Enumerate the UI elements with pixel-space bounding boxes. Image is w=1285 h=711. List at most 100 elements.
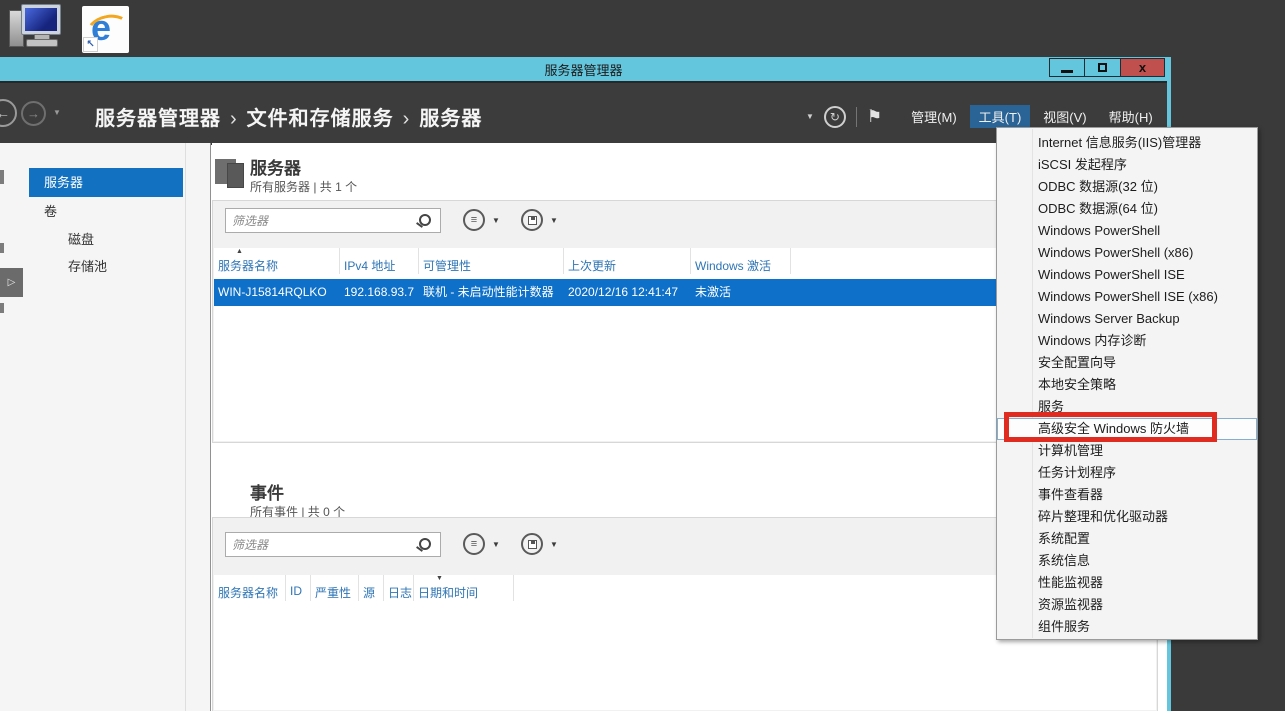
- window-title: 服务器管理器: [0, 60, 1167, 79]
- refresh-button[interactable]: ↻: [824, 106, 846, 128]
- sidebar-item-servers[interactable]: 服务器: [29, 168, 183, 197]
- minimize-button[interactable]: [1049, 58, 1085, 77]
- menu-item-powershell-ise[interactable]: Windows PowerShell ISE: [997, 264, 1257, 286]
- cell-ipv4: 192.168.93.7: [340, 279, 419, 306]
- expand-arrow-icon: ▷: [8, 277, 16, 288]
- maximize-icon: [1098, 63, 1107, 72]
- forward-icon: →: [27, 106, 40, 121]
- back-button[interactable]: ←: [0, 99, 17, 127]
- menu-view[interactable]: 视图(V): [1034, 105, 1095, 128]
- menu-tools[interactable]: 工具(T): [970, 105, 1031, 128]
- breadcrumb-server-manager[interactable]: 服务器管理器: [95, 108, 221, 130]
- close-button[interactable]: x: [1121, 58, 1165, 77]
- menu-item-computer-management[interactable]: 计算机管理: [997, 440, 1257, 462]
- cell-manageability: 联机 - 未启动性能计数器: [419, 279, 564, 306]
- tools-menu: Internet 信息服务(IIS)管理器 iSCSI 发起程序 ODBC 数据…: [996, 127, 1258, 640]
- events-list-options-button[interactable]: ≡ ▼: [463, 533, 500, 555]
- flag-icon[interactable]: ⚑: [867, 107, 882, 127]
- menu-item-resource-monitor[interactable]: 资源监视器: [997, 594, 1257, 616]
- menu-item-system-information[interactable]: 系统信息: [997, 550, 1257, 572]
- cell-windows-activation: 未激活: [691, 279, 791, 306]
- menu-item-odbc-32[interactable]: ODBC 数据源(32 位): [997, 176, 1257, 198]
- column-header-log[interactable]: 日志: [384, 575, 414, 601]
- column-header-source[interactable]: 源: [359, 575, 384, 601]
- menu-item-local-security-policy[interactable]: 本地安全策略: [997, 374, 1257, 396]
- sidebar-item-disks[interactable]: 磁盘: [29, 227, 183, 253]
- window-controls: x: [1049, 58, 1165, 77]
- maximize-button[interactable]: [1085, 58, 1121, 77]
- sort-asc-icon: ▲: [236, 248, 243, 255]
- sort-desc-icon: ▼: [436, 575, 443, 582]
- refresh-icon: ↻: [830, 110, 840, 124]
- menu-item-task-scheduler[interactable]: 任务计划程序: [997, 462, 1257, 484]
- menu-item-event-viewer[interactable]: 事件查看器: [997, 484, 1257, 506]
- column-header-windows-activation[interactable]: Windows 激活: [691, 248, 791, 274]
- minimize-icon: [1061, 70, 1073, 73]
- window-content: 服务器 卷 磁盘 存储池 ▷ 服务器 所有服务器 | 共 1 个: [0, 143, 1167, 711]
- menu-item-odbc-64[interactable]: ODBC 数据源(64 位): [997, 198, 1257, 220]
- events-save-query-button[interactable]: ▼: [521, 533, 558, 555]
- chevron-down-icon: ▼: [492, 216, 500, 225]
- chevron-down-icon: ▼: [492, 540, 500, 549]
- desktop: e ↖ 服务器管理器 x ← → ▼ 服务器管理器›文件和存储服务›服务器 ▼ …: [0, 0, 1285, 711]
- events-filter-input[interactable]: [226, 533, 440, 556]
- sidebar-item-volumes[interactable]: 卷: [29, 199, 183, 225]
- column-header-severity[interactable]: 严重性: [311, 575, 359, 601]
- menu-help[interactable]: 帮助(H): [1100, 105, 1162, 128]
- servers-filter-input[interactable]: [226, 209, 440, 232]
- computer-desktop-icon[interactable]: [8, 3, 60, 51]
- menu-item-system-configuration[interactable]: 系统配置: [997, 528, 1257, 550]
- cell-last-update: 2020/12/16 12:41:47: [564, 279, 691, 306]
- sidebar-expander-button[interactable]: ▷: [0, 268, 23, 297]
- servers-icon: [214, 157, 246, 187]
- events-filter: [225, 532, 441, 557]
- column-header-id[interactable]: ID: [286, 575, 311, 601]
- list-icon: ≡: [471, 538, 477, 550]
- menu-item-component-services[interactable]: 组件服务: [997, 616, 1257, 638]
- menu-item-defragment-optimize-drives[interactable]: 碎片整理和优化驱动器: [997, 506, 1257, 528]
- menu-item-powershell-x86[interactable]: Windows PowerShell (x86): [997, 242, 1257, 264]
- nav-history-caret-icon[interactable]: ▼: [53, 108, 61, 117]
- menu-item-iscsi-initiator[interactable]: iSCSI 发起程序: [997, 154, 1257, 176]
- sidebar-divider: [185, 143, 186, 711]
- list-icon: ≡: [471, 214, 477, 226]
- menu-item-iis-manager[interactable]: Internet 信息服务(IIS)管理器: [997, 132, 1257, 154]
- sidebar: 服务器 卷 磁盘 存储池 ▷: [0, 143, 211, 711]
- collapsed-icon-sliver: [0, 243, 4, 253]
- search-icon: [419, 538, 431, 550]
- menu-item-security-config-wizard[interactable]: 安全配置向导: [997, 352, 1257, 374]
- servers-list-options-button[interactable]: ≡ ▼: [463, 209, 500, 231]
- servers-section-subtitle: 所有服务器 | 共 1 个: [250, 178, 357, 195]
- menu-item-windows-firewall-advanced-security[interactable]: 高级安全 Windows 防火墙: [997, 418, 1257, 440]
- column-header-date-time[interactable]: ▼日期和时间: [414, 575, 514, 601]
- menu-item-powershell[interactable]: Windows PowerShell: [997, 220, 1257, 242]
- save-icon: [528, 216, 537, 225]
- breadcrumb-separator: ›: [403, 108, 411, 130]
- column-header-ipv4[interactable]: IPv4 地址: [340, 248, 419, 274]
- menu-item-memory-diagnostic[interactable]: Windows 内存诊断: [997, 330, 1257, 352]
- column-header-server-name[interactable]: 服务器名称: [214, 575, 286, 601]
- menu-item-powershell-ise-x86[interactable]: Windows PowerShell ISE (x86): [997, 286, 1257, 308]
- menu-item-server-backup[interactable]: Windows Server Backup: [997, 308, 1257, 330]
- save-icon: [528, 540, 537, 549]
- forward-button[interactable]: →: [21, 101, 46, 126]
- servers-save-query-button[interactable]: ▼: [521, 209, 558, 231]
- column-header-manageability[interactable]: 可管理性: [419, 248, 564, 274]
- breadcrumb-servers[interactable]: 服务器: [419, 108, 482, 130]
- column-header-server-name[interactable]: ▲服务器名称: [214, 248, 340, 274]
- internet-explorer-desktop-icon[interactable]: e ↖: [82, 6, 129, 53]
- servers-section-title: 服务器: [250, 154, 301, 179]
- computer-monitor-shape: [21, 4, 61, 35]
- chevron-down-icon: ▼: [550, 216, 558, 225]
- menu-item-performance-monitor[interactable]: 性能监视器: [997, 572, 1257, 594]
- sidebar-item-storage-pools[interactable]: 存储池: [29, 254, 183, 280]
- menu-item-services[interactable]: 服务: [997, 396, 1257, 418]
- breadcrumb-file-storage-services[interactable]: 文件和存储服务: [247, 108, 394, 130]
- menu-manage[interactable]: 管理(M): [902, 105, 966, 128]
- menu-bar: ▼ ↻ ⚑ 管理(M) 工具(T) 视图(V) 帮助(H): [806, 105, 1162, 128]
- column-header-last-update[interactable]: 上次更新: [564, 248, 691, 274]
- collapsed-icon-sliver: [0, 170, 4, 184]
- notifications-caret-icon[interactable]: ▼: [806, 112, 814, 121]
- servers-filter: [225, 208, 441, 233]
- titlebar[interactable]: 服务器管理器 x: [0, 57, 1167, 81]
